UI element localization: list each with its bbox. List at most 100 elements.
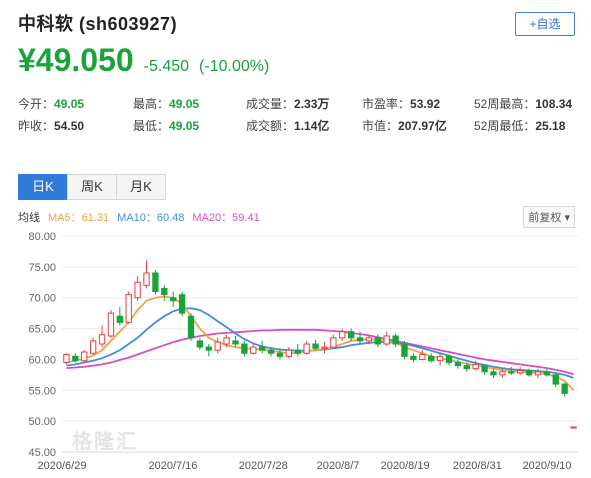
- legend-ma5: MA5：61.31: [48, 212, 110, 224]
- candle-body: [187, 315, 195, 339]
- candle-body: [125, 294, 132, 323]
- x-tick-label: 2020/8/7: [317, 460, 360, 472]
- candle-body: [107, 312, 115, 337]
- candle-body: [143, 272, 150, 286]
- candle-body: [445, 355, 453, 364]
- candle-body: [428, 355, 435, 362]
- stat-52w-high: 52周最高：108.34: [474, 97, 573, 111]
- candle-body: [116, 315, 123, 323]
- stat-low: 最低：49.05: [133, 119, 200, 133]
- candle-body: [472, 363, 479, 370]
- current-price: ¥49.050: [18, 42, 134, 78]
- candle-body: [276, 352, 284, 357]
- stat-prev-close: 昨收：54.50: [18, 119, 85, 133]
- y-tick-label: 80.00: [28, 231, 56, 243]
- candle-body: [232, 340, 239, 345]
- y-tick-label: 50.00: [28, 416, 56, 428]
- watermark-text: 格隆汇: [72, 431, 138, 453]
- y-tick-label: 60.00: [28, 354, 56, 366]
- candle-body: [259, 346, 266, 351]
- candle-body: [81, 351, 88, 362]
- candle-body: [161, 287, 168, 296]
- candle-body: [170, 297, 177, 302]
- candle-body: [561, 383, 568, 394]
- candle-body: [63, 353, 70, 364]
- x-tick-label: 2020/7/28: [239, 460, 288, 472]
- candle-body: [365, 337, 373, 342]
- y-tick-label: 45.00: [28, 447, 56, 459]
- x-tick-label: 2020/7/16: [148, 460, 197, 472]
- stat-volume: 成交量：2.33万: [246, 97, 330, 111]
- candle-body: [347, 331, 355, 339]
- candle-body: [374, 337, 381, 345]
- candle-body: [134, 281, 141, 299]
- candle-body: [552, 374, 559, 385]
- candle-body: [383, 335, 390, 345]
- candle-body: [525, 370, 533, 376]
- stats-row-2: 昨收：54.50 最低：49.05 成交额：1.14亿 市值：207.97亿 5…: [18, 117, 583, 139]
- candle-body: [392, 335, 399, 345]
- candle-body: [321, 346, 328, 349]
- price-row: ¥49.050 -5.450 (-10.00%): [18, 42, 269, 79]
- add-watchlist-button[interactable]: +自选: [515, 12, 575, 36]
- candle-body: [419, 353, 426, 360]
- x-tick-label: 2020/8/31: [453, 460, 502, 472]
- tab-monthly-k[interactable]: 月K: [116, 174, 166, 200]
- candle-body: [481, 365, 488, 373]
- candle-body: [463, 365, 470, 370]
- candle-body: [196, 340, 204, 348]
- x-tick-label: 2020/6/29: [38, 460, 87, 472]
- stat-turnover: 成交额：1.14亿: [246, 119, 330, 133]
- ma5-line: [66, 295, 575, 391]
- candle-body: [356, 337, 364, 342]
- candle-body: [410, 355, 417, 360]
- y-tick-label: 65.00: [28, 324, 56, 336]
- price-adjust-dropdown[interactable]: 前复权 ▾: [523, 206, 575, 228]
- candle-body: [294, 349, 301, 354]
- legend-ma20: MA20：59.41: [192, 212, 260, 224]
- x-tick-label: 2020/8/19: [381, 460, 430, 472]
- candle-body: [570, 426, 577, 429]
- price-change: -5.450: [143, 58, 190, 75]
- candle-body: [89, 340, 97, 354]
- legend-ma10: MA10：60.48: [117, 212, 185, 224]
- candle-body: [267, 349, 275, 354]
- candle-body: [214, 341, 221, 351]
- candle-body: [401, 343, 408, 357]
- stat-open: 今开：49.05: [18, 97, 85, 111]
- y-tick-label: 75.00: [28, 262, 56, 274]
- stats-row-1: 今开：49.05 最高：49.05 成交量：2.33万 市盈率：53.92 52…: [18, 95, 583, 117]
- candle-body: [152, 272, 159, 293]
- stock-header: 中科软 (sh603927): [18, 10, 177, 36]
- y-tick-label: 70.00: [28, 293, 56, 305]
- period-tabs: 日K 周K 月K: [18, 174, 166, 200]
- candle-body: [534, 371, 542, 376]
- stat-52w-low: 52周最低：25.18: [474, 119, 566, 133]
- stat-high: 最高：49.05: [133, 97, 200, 111]
- stat-pe: 市盈率：53.92: [362, 97, 441, 111]
- candle-body: [508, 371, 515, 374]
- stat-market-cap: 市值：207.97亿: [362, 119, 447, 133]
- candle-body: [178, 294, 186, 314]
- candle-body: [250, 346, 257, 354]
- stock-title: 中科软 (sh603927): [18, 14, 178, 34]
- candle-body: [490, 371, 497, 376]
- candle-body: [339, 331, 346, 339]
- candle-body: [223, 337, 230, 345]
- candle-body: [72, 355, 79, 362]
- candle-body: [303, 343, 310, 354]
- candle-body: [517, 370, 524, 374]
- candle-body: [330, 337, 337, 348]
- candle-body: [436, 355, 444, 362]
- ma-legend: 均线 MA5：61.31 MA10：60.48 MA20：59.41: [18, 209, 260, 225]
- stats-panel: 今开：49.05 最高：49.05 成交量：2.33万 市盈率：53.92 52…: [18, 95, 583, 139]
- x-tick-label: 2020/9/10: [523, 460, 572, 472]
- ma10-line: [66, 307, 574, 379]
- candle-body: [241, 343, 248, 354]
- tab-weekly-k[interactable]: 周K: [67, 174, 117, 200]
- y-tick-label: 55.00: [28, 385, 56, 397]
- candle-body: [499, 371, 506, 376]
- price-change-percent: (-10.00%): [199, 58, 270, 75]
- tab-daily-k[interactable]: 日K: [18, 174, 68, 200]
- candle-body: [312, 343, 319, 349]
